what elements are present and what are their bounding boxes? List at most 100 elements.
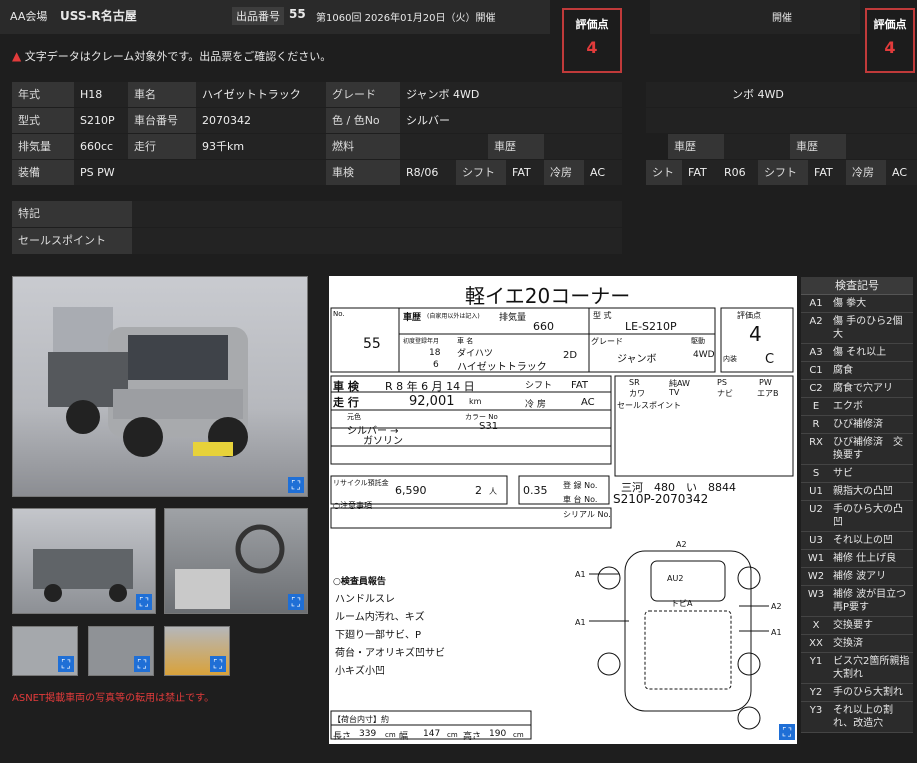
ghost-r4-0: シト [646,160,682,185]
legend-row: E エクボ [801,398,913,416]
sheet-interior-score: C [765,352,775,367]
legend-code: A1 [809,298,823,309]
spec-displacement: 660cc [74,134,128,159]
sheet-color-label: 元色 [347,413,361,421]
sheet-model-label: 型 式 [593,311,612,320]
sheet-mileage-unit: km [469,397,482,406]
thumb-photo-3[interactable]: ⛶ [12,626,78,676]
legend-code: S [812,468,820,479]
ghost-history2-val [846,134,917,159]
spec-model: S210P [74,108,128,133]
mark-tobia: トビA [671,599,693,608]
ghost-r4-1: FAT [682,160,718,185]
sheet-displacement: 660 [533,320,554,333]
session-info: 第1060回 2026年01月20日（火）開催 [316,13,496,24]
legend-row: A2 傷 手のひら2個大 [801,313,913,344]
spec-mileage-label: 走行 [128,134,196,159]
inspector-note-2: ルーム内汚れ、キズ [335,612,425,623]
legend-row: X 交換要す [801,617,913,635]
legend-code: E [812,401,820,412]
zoom-icon[interactable]: ⛶ [134,656,150,672]
legend-row: RX ひび補修済 交換要す [801,434,913,465]
sheet-doors: 2D [563,350,578,361]
inspector-note-1: ハンドルスレ [335,594,395,605]
legend-rows: A1 傷 拳大 A2 傷 手のひら2個大 A3 傷 それ以上 C1 腐食 C2 腐食で穴アリ E エク… [801,295,917,733]
spec-grade: ジャンボ 4WD [400,82,622,107]
sheet-serial-label: シリアル No. [563,510,611,519]
sheet-recycle-label: リサイクル預託金 [333,479,389,487]
spec-chassis: 2070342 [196,108,326,133]
inspector-title: ○検査員報告 [333,577,386,587]
sheet-recycle: 6,590 [395,484,427,497]
ghost-r4-6: AC [886,160,917,185]
auction-sheet[interactable]: 軽イエ20コーナー No. 55 車歴 (自家用以外は記入) 排気量 660 型… [329,276,797,744]
warning-icon: ▲ [12,49,22,63]
mark-a1-left: A1 [575,570,586,579]
sheet-inspection: R 8 年 6 月 14 日 [385,380,475,393]
spec-year: H18 [74,82,128,107]
legend-desc: 交換済 [833,638,863,649]
spec-name: ハイゼットトラック [196,82,326,107]
ghost-r4-5: 冷房 [846,160,886,185]
interior-illustration [175,524,285,609]
ghost-r4-4: FAT [808,160,846,185]
legend-desc: 親指大の凸凹 [833,486,893,497]
sheet-ac-label: 冷 房 [525,400,546,410]
notice-text: 文字データはクレーム対象外です。出品票をご確認ください。 [24,50,332,63]
legend-row: C1 腐食 [801,362,913,380]
spec-color-label: 色 / 色No [326,108,400,133]
legend-row: Y3 それ以上の割れ、改造穴 [801,702,913,733]
legend-desc: 補修 波が目立つ 再P要す [833,589,917,613]
lot-number: 55 [289,7,306,21]
legend-desc: ビス穴2箇所親指大割れ [833,656,910,680]
sheet-equip-4: PW [759,378,772,387]
thumb-photo-5[interactable]: ⛶ [164,626,230,676]
sheet-title: 軽イエ20コーナー [465,284,631,308]
legend-desc: ひび補修済 交換要す [833,437,903,461]
legend-desc: 手のひら大の凸凹 [833,504,903,528]
thumb-photo-2[interactable]: ⛶ [164,508,308,614]
score-value: 4 [586,38,598,57]
legend-code: A3 [809,347,823,358]
sheet-capacity-unit: 人 [489,487,497,496]
legend-code: RX [809,437,823,448]
spec-inspection: R8/06 [400,160,456,185]
legend-desc: 手のひら大割れ [833,687,903,698]
thumb-photo-4[interactable]: ⛶ [88,626,154,676]
thumb-illustration [33,549,133,602]
score-title: 評価点 [575,18,609,31]
cargo-height: 190 [489,729,507,739]
ghost-header [650,0,860,34]
truck-photo-illustration [48,307,248,457]
legend-code: C2 [809,383,823,394]
sheet-equip-5: カワ [629,389,645,398]
cargo-unit-1: cm [385,731,396,739]
main-photo[interactable]: ⛶ [12,276,308,497]
thumb-photo-1[interactable]: ⛶ [12,508,156,614]
zoom-icon[interactable]: ⛶ [210,656,226,672]
legend-title: 検査記号 [801,277,913,295]
legend-desc: サビ [833,468,853,479]
sheet-no-label: No. [333,310,345,318]
sheet-equip-8: エアB [757,389,779,398]
notice-row: ▲ 文字データはクレーム対象外です。出品票をご確認ください。 [12,48,331,64]
zoom-icon[interactable]: ⛶ [288,477,304,493]
spec-shift: FAT [506,160,544,185]
ghost-session: 開催 [772,13,792,24]
legend-desc: 腐食 [833,365,853,376]
sheet-inspection-label: 車 検 [333,380,359,393]
legend-code: W1 [807,553,825,564]
legend-code: Y2 [809,687,823,698]
sheet-equip-3: PS [717,378,727,387]
zoom-icon[interactable]: ⛶ [136,594,152,610]
mark-a1-mid: A1 [575,618,586,627]
sheet-zoom-icon[interactable]: ⛶ [779,724,795,740]
ghost-r4-3: シフト [758,160,808,185]
legend-desc: それ以上の凹 [833,535,893,546]
inspector-note-5: 小キズ小凹 [335,666,385,677]
legend-code: U2 [809,504,823,515]
legend-code: W2 [807,571,825,582]
legend-code: Y1 [809,656,823,667]
zoom-icon[interactable]: ⛶ [288,594,304,610]
zoom-icon[interactable]: ⛶ [58,656,74,672]
